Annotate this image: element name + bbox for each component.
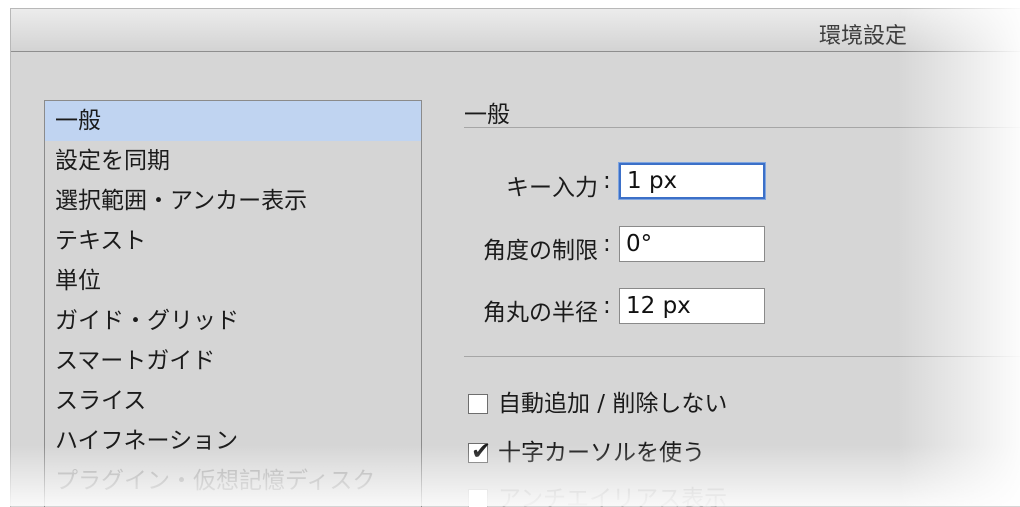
category-item-hyphenation[interactable]: ハイフネーション xyxy=(45,421,421,461)
category-item-smart-guides[interactable]: スマートガイド xyxy=(45,341,421,381)
checkmark-icon: ✔ xyxy=(471,437,492,465)
category-item-units[interactable]: 単位 xyxy=(45,261,421,301)
use-precise-cursors-checkbox[interactable]: ✔ xyxy=(468,438,491,464)
corner-radius-label: 角丸の半径 xyxy=(483,300,598,326)
section-divider-middle xyxy=(464,356,1020,357)
corner-radius-input[interactable] xyxy=(619,288,765,324)
keyboard-increment-label: キー入力 xyxy=(506,175,598,201)
keyboard-increment-input[interactable] xyxy=(619,163,765,199)
category-item-plugins-scratch-disks[interactable]: プラグイン・仮想記憶ディスク xyxy=(45,461,421,501)
window-title: 環境設定 xyxy=(819,24,908,49)
category-item-guides-grid[interactable]: ガイド・グリッド xyxy=(45,301,421,341)
category-item-sync-settings[interactable]: 設定を同期 xyxy=(45,141,421,181)
category-list[interactable]: 一般 設定を同期 選択範囲・アンカー表示 テキスト 単位 ガイド・グリッド スマ… xyxy=(44,100,422,507)
constrain-angle-label: 角度の制限 xyxy=(483,238,598,264)
title-bar[interactable]: 環境設定 xyxy=(11,9,1020,52)
constrain-angle-input[interactable] xyxy=(619,226,765,262)
disable-auto-add-delete-checkbox[interactable] xyxy=(468,394,488,414)
constrain-angle-colon: : xyxy=(603,231,611,257)
section-title-general: 一般 xyxy=(464,102,510,128)
disable-auto-add-delete-label: 自動追加 / 削除しない xyxy=(498,391,728,417)
category-item-type[interactable]: テキスト xyxy=(45,221,421,261)
section-divider-top xyxy=(464,127,1020,128)
anti-aliased-artwork-label: アンチエイリアス表示 xyxy=(498,486,728,507)
anti-aliased-artwork-checkbox[interactable] xyxy=(468,489,488,507)
keyboard-increment-colon: : xyxy=(603,168,611,194)
category-item-slices[interactable]: スライス xyxy=(45,381,421,421)
use-precise-cursors-label: 十字カーソルを使う xyxy=(498,440,705,466)
corner-radius-colon: : xyxy=(603,293,611,319)
category-item-general[interactable]: 一般 xyxy=(45,101,421,141)
preferences-window: 環境設定 一般 設定を同期 選択範囲・アンカー表示 テキスト 単位 ガイド・グリ… xyxy=(10,8,1020,507)
category-item-selection-anchor-display[interactable]: 選択範囲・アンカー表示 xyxy=(45,181,421,221)
